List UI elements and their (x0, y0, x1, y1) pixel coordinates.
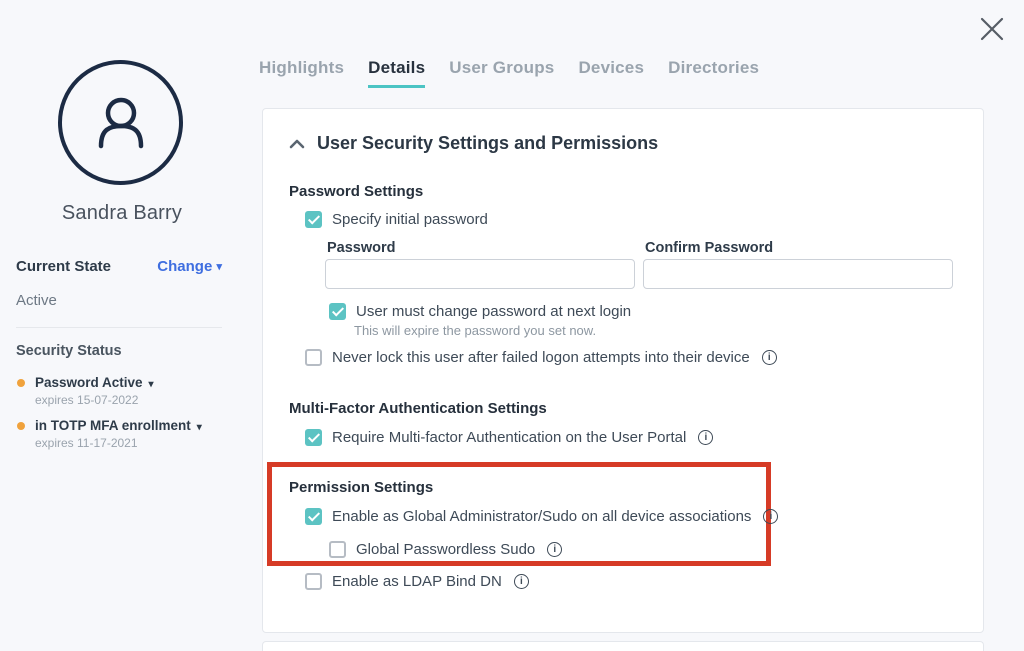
tab-highlights[interactable]: Highlights (259, 58, 344, 88)
require-mfa-row: Require Multi-factor Authentication on t… (305, 428, 713, 446)
status-dot-icon (17, 379, 25, 387)
info-icon[interactable]: i (547, 542, 562, 557)
password-input[interactable] (325, 259, 635, 289)
ldap-bind-row: Enable as LDAP Bind DN i (305, 572, 529, 590)
passwordless-sudo-checkbox[interactable] (329, 541, 346, 558)
info-icon[interactable]: i (762, 350, 777, 365)
current-state-label: Current State (16, 258, 111, 275)
person-icon (88, 90, 154, 156)
section-collapse-toggle[interactable]: User Security Settings and Permissions (289, 133, 658, 154)
must-change-helper-text: This will expire the password you set no… (354, 323, 596, 338)
caret-down-icon: ▾ (197, 422, 202, 433)
next-section-card (262, 641, 984, 651)
close-icon[interactable] (976, 13, 1008, 45)
checkbox-label: User must change password at next login (356, 303, 631, 320)
global-admin-row: Enable as Global Administrator/Sudo on a… (305, 507, 778, 525)
divider (16, 327, 222, 328)
checkbox-label: Require Multi-factor Authentication on t… (332, 429, 686, 446)
status-dot-icon (17, 422, 25, 430)
specify-initial-password-row: Specify initial password (305, 210, 488, 228)
detail-tabs: Highlights Details User Groups Devices D… (259, 58, 759, 88)
password-label: Password (327, 240, 396, 256)
permission-settings-heading: Permission Settings (289, 479, 433, 496)
ldap-bind-checkbox[interactable] (305, 573, 322, 590)
caret-down-icon: ▾ (216, 261, 222, 273)
status-title[interactable]: in TOTP MFA enrollment▾ (35, 418, 236, 433)
info-icon[interactable]: i (763, 509, 778, 524)
security-settings-card: User Security Settings and Permissions P… (262, 108, 984, 633)
global-admin-checkbox[interactable] (305, 508, 322, 525)
tab-user-groups[interactable]: User Groups (449, 58, 554, 88)
must-change-password-row: User must change password at next login (329, 302, 631, 320)
checkbox-label: Specify initial password (332, 211, 488, 228)
user-detail-panel: Sandra Barry Current State Change ▾ Acti… (0, 0, 1024, 646)
password-settings-heading: Password Settings (289, 183, 423, 200)
tab-details[interactable]: Details (368, 58, 425, 88)
mfa-settings-heading: Multi-Factor Authentication Settings (289, 400, 547, 417)
chevron-up-icon (289, 139, 305, 149)
status-title[interactable]: Password Active▾ (35, 375, 236, 390)
change-state-button[interactable]: Change ▾ (157, 258, 222, 275)
passwordless-sudo-row: Global Passwordless Sudo i (329, 540, 562, 558)
section-title: User Security Settings and Permissions (317, 133, 658, 154)
info-icon[interactable]: i (698, 430, 713, 445)
security-status-label: Security Status (16, 343, 122, 359)
confirm-password-input[interactable] (643, 259, 953, 289)
status-expiry: expires 15-07-2022 (35, 393, 236, 407)
checkbox-label: Enable as LDAP Bind DN (332, 573, 502, 590)
require-mfa-checkbox[interactable] (305, 429, 322, 446)
tab-devices[interactable]: Devices (578, 58, 644, 88)
never-lock-row: Never lock this user after failed logon … (305, 348, 777, 366)
info-icon[interactable]: i (514, 574, 529, 589)
specify-initial-password-checkbox[interactable] (305, 211, 322, 228)
must-change-password-checkbox[interactable] (329, 303, 346, 320)
user-name: Sandra Barry (0, 202, 244, 225)
caret-down-icon: ▾ (149, 379, 154, 390)
checkbox-label: Global Passwordless Sudo (356, 541, 535, 558)
tab-directories[interactable]: Directories (668, 58, 759, 88)
security-status-item-password: Password Active▾ expires 15-07-2022 (16, 375, 236, 407)
checkbox-label: Never lock this user after failed logon … (332, 349, 750, 366)
current-state-row: Current State Change ▾ (16, 258, 222, 275)
current-state-value: Active (16, 292, 57, 309)
never-lock-checkbox[interactable] (305, 349, 322, 366)
confirm-password-label: Confirm Password (645, 240, 773, 256)
security-status-item-totp: in TOTP MFA enrollment▾ expires 11-17-20… (16, 418, 236, 450)
status-expiry: expires 11-17-2021 (35, 436, 236, 450)
avatar (58, 60, 183, 185)
checkbox-label: Enable as Global Administrator/Sudo on a… (332, 508, 751, 525)
